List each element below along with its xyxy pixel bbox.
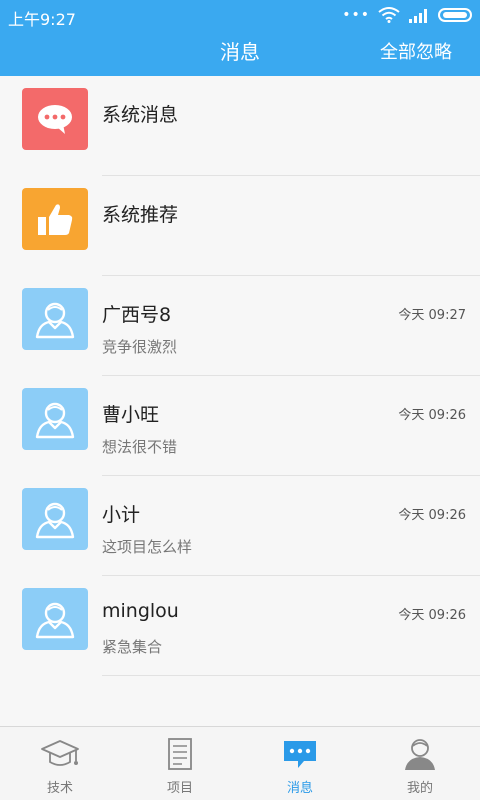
message-time: 今天 09:26 [398,508,466,523]
message-icon [284,741,316,768]
message-time: 今天 09:27 [398,308,466,323]
message-time: 今天 09:26 [398,608,466,623]
message-title: 曹小旺 [102,404,160,426]
bottom-tab-bar: 技术 项目 消息 我的 [0,726,480,800]
profile-icon [405,739,435,770]
message-item-user[interactable]: 广西号8 竞争很激烈 今天 09:27 [0,276,480,376]
message-item-system-recommend[interactable]: 系统推荐 [0,176,480,276]
status-icons: ••• [342,7,472,23]
tab-label: 项目 [166,781,193,796]
tab-label: 技术 [46,781,73,796]
graduation-cap-icon [41,740,79,766]
battery-icon [438,8,472,22]
message-item-user[interactable]: 小计 这项目怎么样 今天 09:26 [0,476,480,576]
app-header: 消息 全部忽略 [0,30,480,76]
signal-icon [409,9,427,23]
message-item-system-messages[interactable]: 系统消息 [0,76,480,176]
message-item-user[interactable]: 曹小旺 想法很不错 今天 09:26 [0,376,480,476]
wifi-icon [378,7,400,23]
tab-profile[interactable]: 我的 [360,727,480,800]
status-bar: 上午9:27 ••• [0,0,480,30]
avatar [22,488,88,550]
system-recommend-icon-box [22,188,88,250]
message-time: 今天 09:26 [398,408,466,423]
message-title: minglou [102,600,179,622]
ignore-all-button[interactable]: 全部忽略 [380,38,452,64]
tab-messages[interactable]: 消息 [240,727,360,800]
user-avatar-icon [35,402,75,439]
avatar [22,588,88,650]
avatar [22,388,88,450]
divider [102,675,480,676]
message-title: 广西号8 [102,304,172,326]
message-title: 系统消息 [102,104,179,126]
avatar [22,288,88,350]
message-preview: 想法很不错 [102,438,178,456]
message-item-user[interactable]: minglou 紧急集合 今天 09:26 [0,576,480,676]
message-title: 小计 [102,504,141,526]
system-message-icon-box [22,88,88,150]
status-time: 上午9:27 [8,10,76,29]
document-icon [168,738,192,770]
tab-label: 消息 [286,781,313,796]
user-avatar-icon [35,602,75,639]
thumbs-up-icon [38,204,73,235]
message-list: 系统消息 系统推荐 广西号8 竞争很激烈 今天 09:27 曹小旺 想法很不错 … [0,76,480,726]
user-avatar-icon [35,502,75,539]
chat-bubble-icon [38,105,72,134]
message-preview: 这项目怎么样 [102,538,193,556]
user-avatar-icon [35,302,75,339]
message-title: 系统推荐 [102,204,179,226]
tab-tech[interactable]: 技术 [0,727,120,800]
message-preview: 紧急集合 [102,638,163,656]
tab-projects[interactable]: 项目 [120,727,240,800]
message-preview: 竞争很激烈 [102,338,178,356]
more-dots-icon: ••• [342,7,370,23]
tab-label: 我的 [406,781,433,796]
